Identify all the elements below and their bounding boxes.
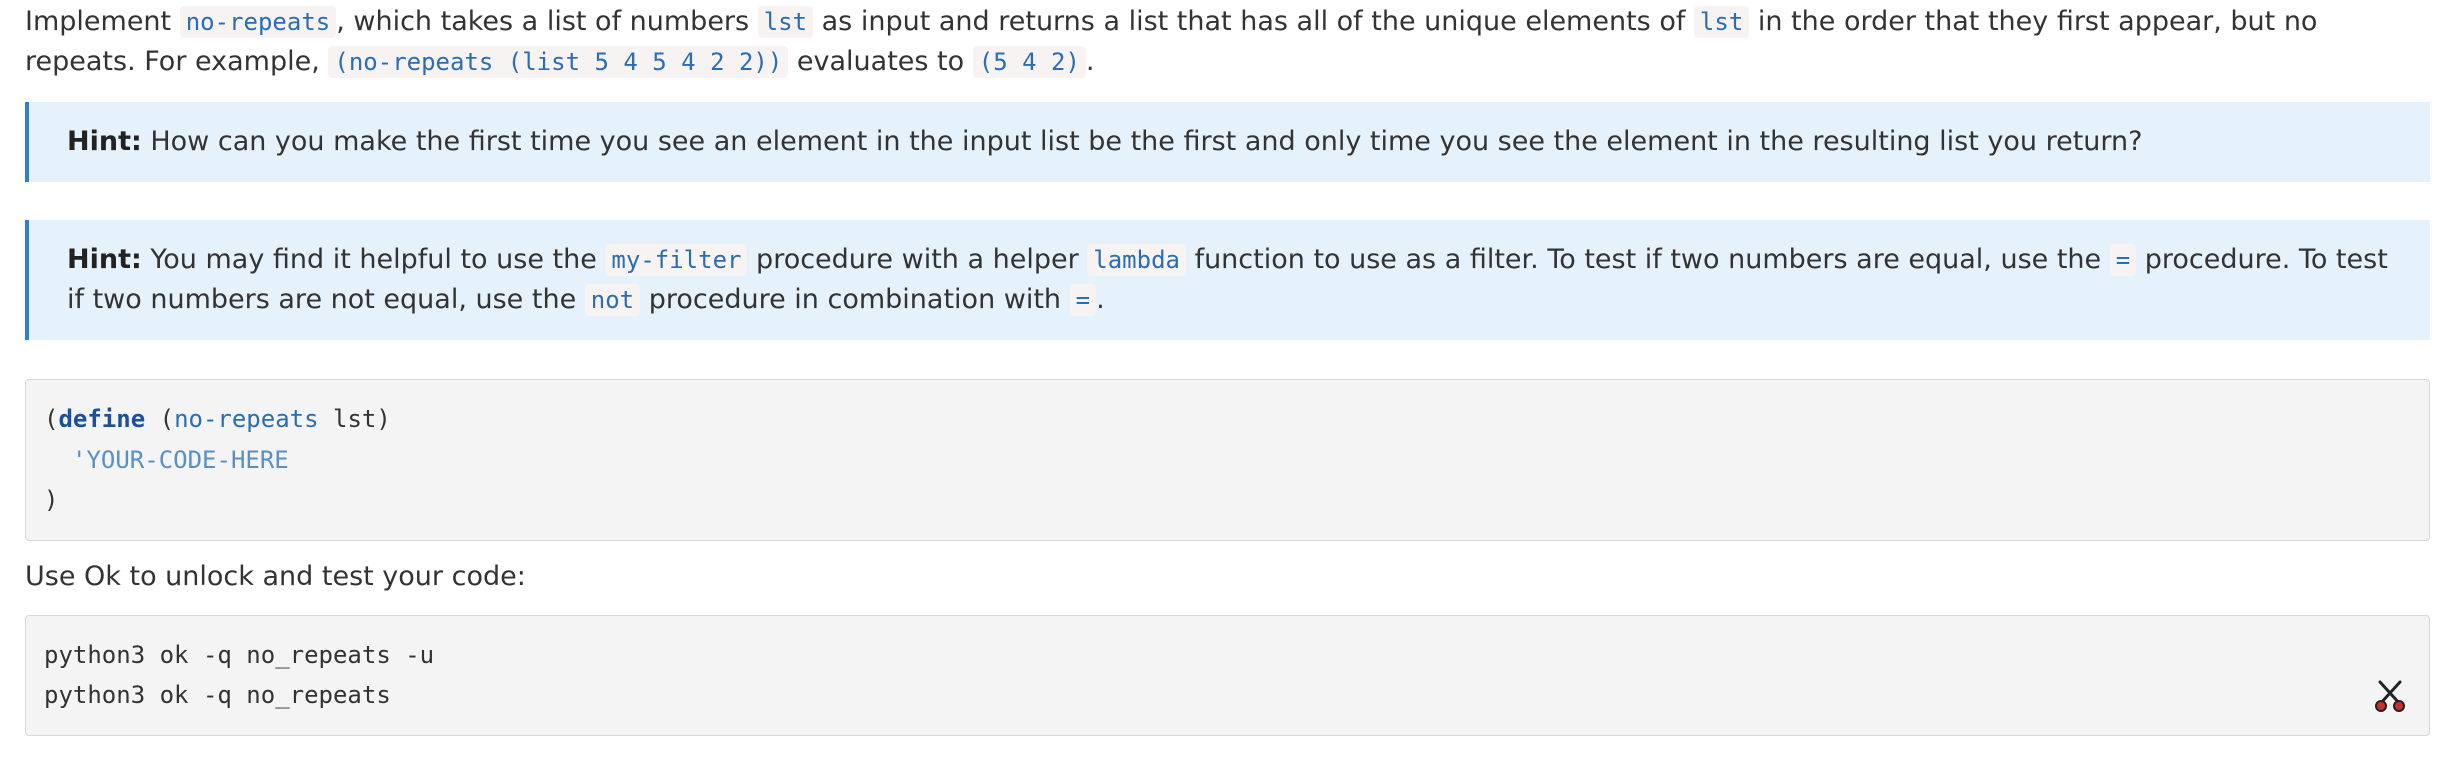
intro-text: evaluates to bbox=[788, 46, 973, 77]
inline-code-no-repeats: no-repeats bbox=[179, 6, 337, 38]
code-block-definition: (define (no-repeats lst) 'YOUR-CODE-HERE… bbox=[25, 379, 2430, 541]
command-line: python3 ok -q no_repeats -u bbox=[44, 640, 435, 669]
hint-text: procedure in combination with bbox=[640, 284, 1070, 315]
hint-label: Hint: bbox=[67, 126, 142, 157]
hint-text: How can you make the first time you see … bbox=[141, 126, 2143, 157]
code-line-define: (define (no-repeats lst) bbox=[44, 399, 2411, 440]
inline-code-equals: = bbox=[1069, 284, 1097, 316]
hint-text: procedure with a helper bbox=[747, 244, 1088, 275]
hint-text: . bbox=[1096, 284, 1105, 315]
code-block-commands: python3 ok -q no_repeats -u python3 ok -… bbox=[25, 614, 2430, 736]
code-function-name: no-repeats bbox=[174, 405, 319, 433]
hint-box-1: Hint: How can you make the first time yo… bbox=[25, 102, 2430, 182]
intro-text: , which takes a list of numbers bbox=[336, 6, 758, 37]
code-paren: ( bbox=[44, 405, 59, 433]
inline-code-lst: lst bbox=[757, 6, 814, 38]
hint-box-2: Hint: You may find it helpful to use the… bbox=[25, 220, 2430, 340]
inline-code-example: (no-repeats (list 5 4 5 4 2 2)) bbox=[328, 46, 789, 78]
code-line-close: ) bbox=[44, 480, 2411, 521]
inline-code-lambda: lambda bbox=[1087, 244, 1186, 276]
inline-code-my-filter: my-filter bbox=[605, 244, 748, 276]
code-paren: ) bbox=[44, 486, 59, 514]
code-placeholder: 'YOUR-CODE-HERE bbox=[72, 445, 289, 474]
command-line: python3 ok -q no_repeats bbox=[44, 681, 391, 709]
intro-text: as input and returns a list that has all… bbox=[813, 6, 1694, 37]
inline-code-lst: lst bbox=[1693, 6, 1750, 38]
intro-paragraph: Implement no-repeats, which takes a list… bbox=[25, 2, 2430, 82]
hint-text: You may find it helpful to use the bbox=[141, 244, 606, 275]
inline-code-result: (5 4 2) bbox=[972, 46, 1086, 78]
code-line-placeholder: 'YOUR-CODE-HERE bbox=[44, 440, 2411, 481]
inline-code-not: not bbox=[584, 284, 641, 316]
inline-code-equals: = bbox=[2109, 244, 2137, 276]
hint-text: function to use as a filter. To test if … bbox=[1185, 244, 2110, 275]
code-args: lst) bbox=[318, 405, 391, 433]
code-paren: ( bbox=[145, 405, 175, 433]
hint-label: Hint: bbox=[67, 244, 142, 275]
intro-text: Implement bbox=[25, 6, 180, 37]
intro-text: . bbox=[1085, 46, 1095, 77]
instructions-text: Use Ok to unlock and test your code: bbox=[25, 560, 526, 592]
code-keyword: define bbox=[58, 405, 146, 433]
scissors-icon[interactable] bbox=[2373, 679, 2407, 713]
